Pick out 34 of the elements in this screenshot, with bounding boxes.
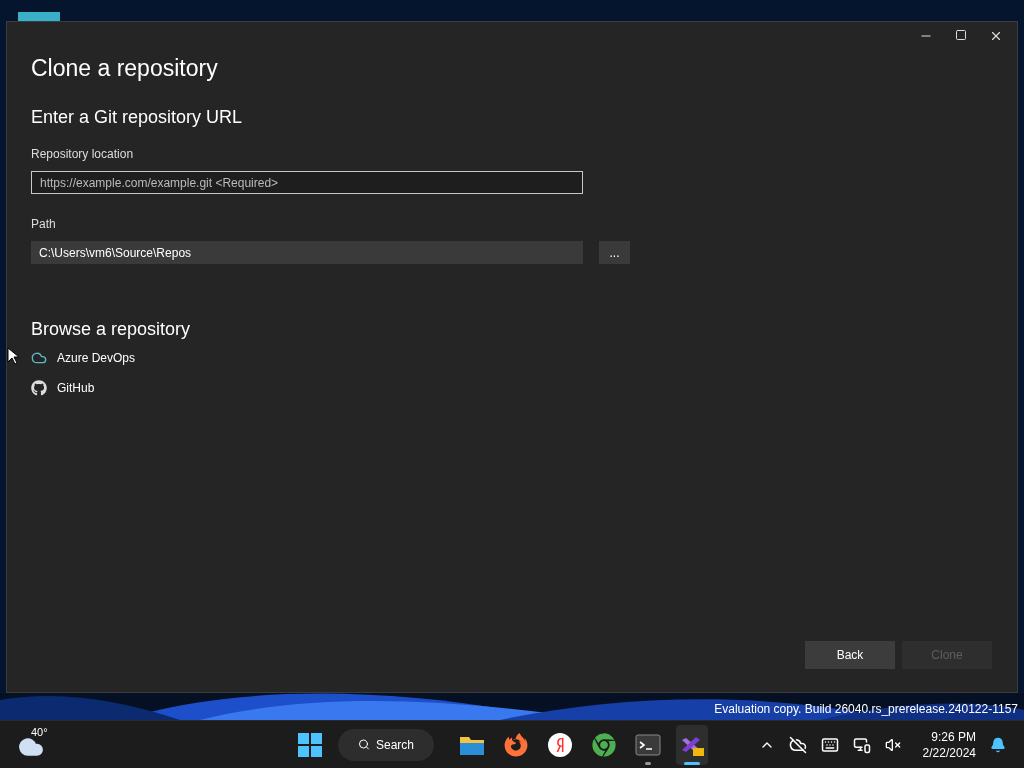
- notification-icon[interactable]: [990, 736, 1006, 753]
- field-label: Path: [31, 216, 57, 233]
- monitor-icon[interactable]: [852, 735, 871, 754]
- field-label: Repository location: [31, 146, 135, 163]
- terminal-icon: [635, 733, 661, 756]
- browser-icon: [504, 732, 528, 757]
- speaker-muted-icon[interactable]: [884, 736, 901, 753]
- clock[interactable]: 9:26 PM 2/22/2024: [922, 728, 976, 761]
- provider-link[interactable]: GitHub: [57, 379, 95, 397]
- temperature-text: 40°: [31, 724, 48, 740]
- maximize-icon[interactable]: [955, 29, 967, 41]
- date-text: 2/22/2024: [922, 744, 976, 761]
- keyboard-icon[interactable]: [820, 735, 839, 754]
- repository-url-field[interactable]: https://example.com/example.git <Required>: [31, 171, 583, 194]
- browser-icon: [592, 732, 616, 757]
- section-heading: Browse a repository: [31, 318, 192, 341]
- search-icon: [358, 737, 370, 752]
- browse-button[interactable]: ...: [599, 241, 630, 264]
- close-icon[interactable]: [989, 29, 1003, 43]
- provider-link[interactable]: Azure DevOps: [57, 349, 136, 367]
- window-title: Clone a repository: [31, 54, 219, 83]
- dialog-button[interactable]: Back: [805, 641, 895, 669]
- section-heading: Enter a Git repository URL: [31, 106, 244, 129]
- taskbar-app[interactable]: [676, 724, 708, 765]
- watermark-text: Evaluation copy. Build 26040.rs_prerelease.240122-1157: [714, 701, 1018, 718]
- mouse-cursor-icon: [7, 347, 19, 365]
- github-icon: [31, 380, 47, 396]
- cloud-icon: [31, 350, 47, 366]
- start-icon[interactable]: [298, 732, 322, 757]
- path-field[interactable]: C:\Users\vm6\Source\Repos: [31, 241, 583, 264]
- search-button[interactable]: Search: [338, 728, 434, 761]
- time-text: 9:26 PM: [931, 728, 976, 745]
- cloud-off-icon[interactable]: [788, 735, 807, 754]
- browser-icon: [548, 732, 572, 757]
